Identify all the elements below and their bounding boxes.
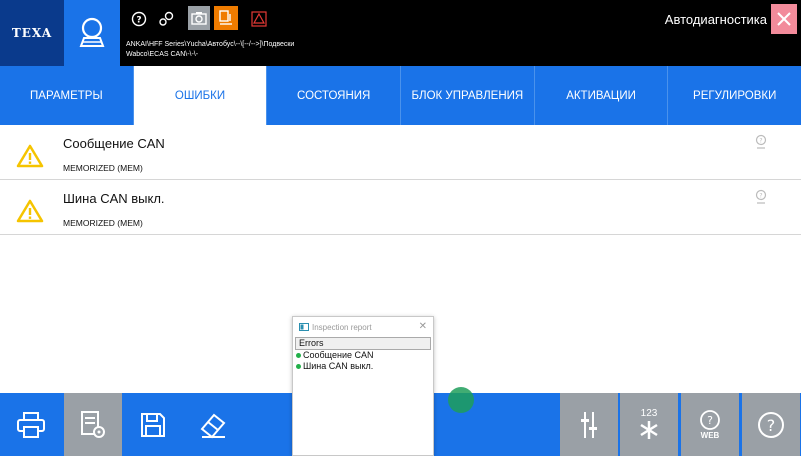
tab-adjustments[interactable]: РЕГУЛИРОВКИ (668, 66, 801, 125)
warning-icon (16, 199, 44, 223)
warning-icon (16, 144, 44, 168)
sliders-icon (581, 411, 597, 438)
popup-title: Inspection report (312, 322, 372, 332)
status-dot (296, 364, 301, 369)
header-bar: TEXA ? ANKAI\HFF Series\Yucha\Автобус\--… (0, 0, 801, 66)
close-icon (777, 12, 791, 26)
error-info-icon[interactable]: ? (754, 134, 768, 150)
vehicle-path: ANKAI\HFF Series\Yucha\Автобус\--\[--/--… (126, 40, 294, 60)
settings-gear-icon[interactable] (158, 8, 176, 30)
svg-text:?: ? (707, 414, 713, 427)
tab-errors[interactable]: ОШИБКИ (133, 66, 268, 125)
error-row[interactable]: Шина CAN выкл. MEMORIZED (MEM) ? (0, 181, 801, 235)
codes-number-label: 123 (640, 407, 658, 419)
svg-text:?: ? (759, 193, 762, 200)
error-info-icon[interactable]: ? (754, 189, 768, 205)
list-item[interactable]: Сообщение CAN (293, 350, 433, 361)
error-name: Шина CAN выкл. (63, 191, 165, 206)
search-icon (79, 17, 105, 47)
vehicle-path-line1: ANKAI\HFF Series\Yucha\Автобус\--\[--/--… (126, 41, 295, 48)
app-title: Автодиагностика (664, 12, 767, 27)
save-button[interactable] (124, 393, 182, 456)
web-help-button[interactable]: ? WEB (681, 393, 739, 456)
error-name: Сообщение CAN (63, 136, 165, 151)
adjust-button[interactable] (560, 393, 618, 456)
status-dot (296, 353, 301, 358)
popup-close-icon[interactable]: ✕ (419, 321, 427, 332)
list-item-label: Сообщение CAN (303, 350, 374, 360)
touch-cursor (448, 387, 474, 413)
inspection-report-window: Inspection report ✕ Errors Сообщение CAN… (292, 316, 434, 456)
codes-icon: 123 (637, 407, 661, 441)
window-app-icon (299, 323, 309, 331)
help-icon: ? (758, 411, 784, 438)
list-item[interactable]: Шина CAN выкл. (293, 361, 433, 372)
print-button[interactable] (2, 393, 60, 456)
error-row[interactable]: Сообщение CAN MEMORIZED (MEM) ? (0, 126, 801, 180)
popup-header: Errors (295, 337, 431, 350)
device-connect-icon[interactable] (214, 6, 238, 30)
vehicle-path-line2: Wabco\ECAS CAN\-\-\- (126, 51, 199, 58)
alert-triangle-icon[interactable] (250, 8, 268, 30)
tab-states[interactable]: СОСТОЯНИЯ (267, 66, 402, 125)
codes-button[interactable]: 123 (620, 393, 678, 456)
web-label: WEB (700, 431, 720, 440)
help-icon[interactable]: ? (130, 8, 148, 30)
svg-text:?: ? (136, 16, 141, 26)
save-icon (141, 412, 165, 437)
help-button[interactable]: ? (742, 393, 800, 456)
web-help-icon: ? WEB (699, 409, 721, 440)
eraser-icon (200, 413, 226, 438)
tab-activations[interactable]: АКТИВАЦИИ (535, 66, 669, 125)
list-item-label: Шина CAN выкл. (303, 361, 374, 371)
tab-control-unit[interactable]: БЛОК УПРАВЛЕНИЯ (401, 66, 535, 125)
main-tabs: ПАРАМЕТРЫ ОШИБКИ СОСТОЯНИЯ БЛОК УПРАВЛЕН… (0, 66, 801, 125)
camera-icon[interactable] (188, 6, 210, 30)
tab-parameters[interactable]: ПАРАМЕТРЫ (0, 66, 134, 125)
close-button[interactable] (771, 4, 797, 34)
vehicle-search-button[interactable] (64, 0, 120, 66)
svg-text:?: ? (767, 416, 776, 435)
asterisk-icon (640, 420, 658, 439)
app-window: TEXA ? ANKAI\HFF Series\Yucha\Автобус\--… (0, 0, 801, 456)
texa-logo: TEXA (0, 0, 64, 66)
report-settings-icon (81, 410, 105, 438)
report-settings-button[interactable] (64, 393, 122, 456)
erase-errors-button[interactable] (184, 393, 242, 456)
printer-icon (17, 411, 45, 438)
error-status: MEMORIZED (MEM) (63, 218, 143, 228)
popup-titlebar[interactable]: Inspection report (293, 317, 433, 337)
error-status: MEMORIZED (MEM) (63, 163, 143, 173)
svg-text:?: ? (759, 138, 762, 145)
